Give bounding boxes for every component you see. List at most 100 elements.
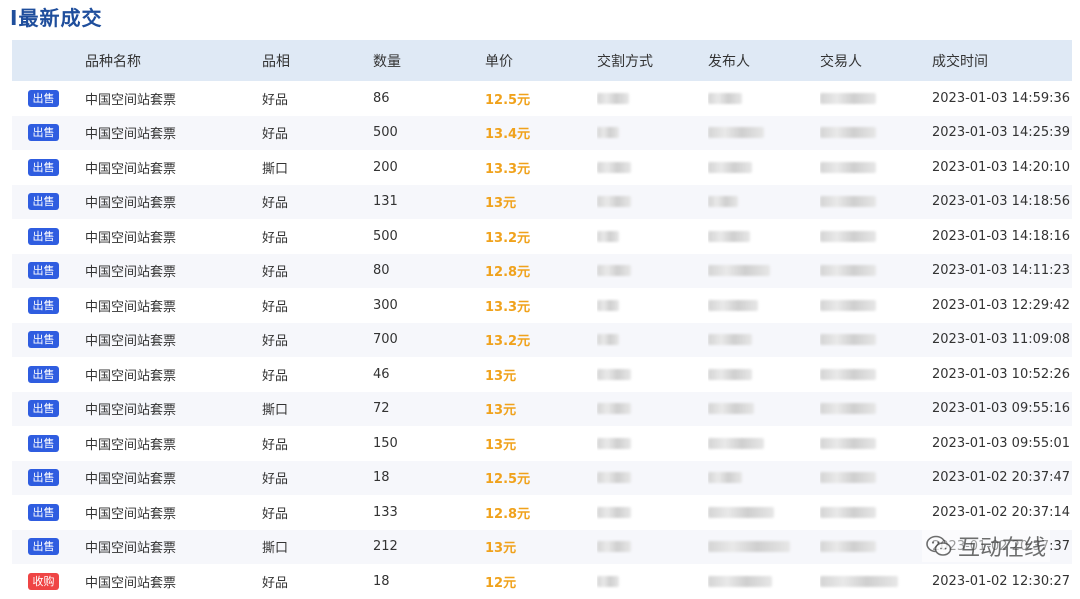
table-row[interactable]: 出售 中国空间站套票 好品 18 12.5元 2023-01-02 20:37:… xyxy=(12,460,1072,495)
item-condition: 好品 xyxy=(262,575,289,591)
trade-time: 2023-01-03 11:09:08 xyxy=(932,332,1071,348)
item-price: 12.5元 xyxy=(485,472,531,488)
trade-time: 2023-01-03 09:55:16 xyxy=(932,401,1071,417)
trader-redacted xyxy=(820,367,932,382)
trade-type-badge: 出售 xyxy=(28,193,59,211)
delivery-method-redacted xyxy=(597,194,708,209)
item-price: 13元 xyxy=(485,541,517,557)
table-row[interactable]: 出售 中国空间站套票 好品 150 13元 2023-01-03 09:55:0… xyxy=(12,426,1072,461)
trade-type-cell: 出售 xyxy=(12,124,85,142)
item-price: 13.3元 xyxy=(485,299,531,315)
item-condition: 好品 xyxy=(262,92,289,108)
item-condition: 好品 xyxy=(262,265,289,281)
header-price: 单价 xyxy=(485,53,513,70)
delivery-method-redacted xyxy=(597,263,708,278)
table-row[interactable]: 出售 中国空间站套票 好品 131 13元 2023-01-03 14:18:5… xyxy=(12,184,1072,219)
trade-time: 2023-01-03 14:18:56 xyxy=(932,194,1071,210)
item-condition: 好品 xyxy=(262,437,289,453)
trade-type-badge: 出售 xyxy=(28,538,59,556)
publisher-redacted xyxy=(708,298,820,313)
item-condition: 撕口 xyxy=(262,403,289,419)
header-delivery: 交割方式 xyxy=(597,53,653,70)
item-quantity: 500 xyxy=(373,125,398,141)
trade-type-badge: 出售 xyxy=(28,365,59,383)
delivery-method-redacted xyxy=(597,229,708,244)
table-row[interactable]: 出售 中国空间站套票 好品 700 13.2元 2023-01-03 11:09… xyxy=(12,322,1072,357)
table-row[interactable]: 出售 中国空间站套票 好品 500 13.4元 2023-01-03 14:25… xyxy=(12,115,1072,150)
trade-time: 2023-01-02 20:37:14 xyxy=(932,504,1071,520)
trade-type-badge: 出售 xyxy=(28,503,59,521)
trade-time: 2023-01-03 14:25:39 xyxy=(932,125,1071,141)
trade-type-cell: 出售 xyxy=(12,503,85,521)
item-name: 中国空间站套票 xyxy=(85,230,177,246)
table-row[interactable]: 出售 中国空间站套票 好品 86 12.5元 2023-01-03 14:59:… xyxy=(12,81,1072,116)
trade-type-cell: 出售 xyxy=(12,331,85,349)
table-row[interactable]: 出售 中国空间站套票 撕口 72 13元 2023-01-03 09:55:16 xyxy=(12,391,1072,426)
trade-type-cell: 出售 xyxy=(12,158,85,176)
trade-type-badge: 出售 xyxy=(28,89,59,107)
table-row[interactable]: 出售 中国空间站套票 好品 500 13.2元 2023-01-03 14:18… xyxy=(12,219,1072,254)
trader-redacted xyxy=(820,263,932,278)
publisher-redacted xyxy=(708,505,820,520)
header-publisher: 发布人 xyxy=(708,53,750,70)
trader-redacted xyxy=(820,229,932,244)
table-row[interactable]: 出售 中国空间站套票 撕口 212 13元 2023-01-02 20:37:3… xyxy=(12,529,1072,564)
delivery-method-redacted xyxy=(597,160,708,175)
item-price: 12元 xyxy=(485,575,517,591)
trade-type-cell: 出售 xyxy=(12,227,85,245)
trade-type-cell: 出售 xyxy=(12,538,85,556)
item-price: 13.2元 xyxy=(485,334,531,350)
publisher-redacted xyxy=(708,332,820,347)
item-quantity: 500 xyxy=(373,228,398,244)
publisher-redacted xyxy=(708,160,820,175)
trade-type-badge: 出售 xyxy=(28,434,59,452)
table-row[interactable]: 出售 中国空间站套票 好品 46 13元 2023-01-03 10:52:26 xyxy=(12,357,1072,392)
trader-redacted xyxy=(820,539,932,554)
table-row[interactable]: 出售 中国空间站套票 好品 80 12.8元 2023-01-03 14:11:… xyxy=(12,253,1072,288)
publisher-redacted xyxy=(708,539,820,554)
table-row[interactable]: 出售 中国空间站套票 好品 133 12.8元 2023-01-02 20:37… xyxy=(12,495,1072,530)
trade-type-cell: 出售 xyxy=(12,434,85,452)
table-row[interactable]: 出售 中国空间站套票 好品 300 13.3元 2023-01-03 12:29… xyxy=(12,288,1072,323)
table-row[interactable]: 收购 中国空间站套票 好品 18 12元 2023-01-02 12:30:27 xyxy=(12,564,1072,599)
item-price: 13.2元 xyxy=(485,230,531,246)
publisher-redacted xyxy=(708,574,820,589)
trader-redacted xyxy=(820,125,932,140)
header-trader: 交易人 xyxy=(820,53,862,70)
delivery-method-redacted xyxy=(597,470,708,485)
trade-time: 2023-01-03 14:11:23 xyxy=(932,263,1071,279)
item-condition: 好品 xyxy=(262,196,289,212)
delivery-method-redacted xyxy=(597,505,708,520)
item-quantity: 133 xyxy=(373,504,398,520)
header-name: 品种名称 xyxy=(85,53,141,70)
trader-redacted xyxy=(820,574,932,589)
trader-redacted xyxy=(820,298,932,313)
delivery-method-redacted xyxy=(597,91,708,106)
item-name: 中国空间站套票 xyxy=(85,127,177,143)
item-quantity: 700 xyxy=(373,332,398,348)
trade-type-cell: 出售 xyxy=(12,365,85,383)
item-name: 中国空间站套票 xyxy=(85,575,177,591)
item-quantity: 72 xyxy=(373,401,390,417)
publisher-redacted xyxy=(708,401,820,416)
header-condition: 品相 xyxy=(262,53,290,70)
delivery-method-redacted xyxy=(597,125,708,140)
item-condition: 好品 xyxy=(262,334,289,350)
trader-redacted xyxy=(820,436,932,451)
table-row[interactable]: 出售 中国空间站套票 撕口 200 13.3元 2023-01-03 14:20… xyxy=(12,150,1072,185)
item-condition: 撕口 xyxy=(262,161,289,177)
trade-time: 2023-01-02 12:30:27 xyxy=(932,573,1071,589)
header-quantity: 数量 xyxy=(373,53,401,70)
trade-type-cell: 出售 xyxy=(12,89,85,107)
item-condition: 好品 xyxy=(262,472,289,488)
item-quantity: 80 xyxy=(373,263,390,279)
trade-time: 2023-01-03 14:18:16 xyxy=(932,228,1071,244)
trade-type-badge: 出售 xyxy=(28,227,59,245)
trader-redacted xyxy=(820,505,932,520)
item-name: 中国空间站套票 xyxy=(85,265,177,281)
item-price: 13.3元 xyxy=(485,161,531,177)
item-quantity: 212 xyxy=(373,539,398,555)
trade-time: 2023-01-03 12:29:42 xyxy=(932,297,1071,313)
table-body: 出售 中国空间站套票 好品 86 12.5元 2023-01-03 14:59:… xyxy=(12,81,1072,599)
item-quantity: 18 xyxy=(373,470,390,486)
